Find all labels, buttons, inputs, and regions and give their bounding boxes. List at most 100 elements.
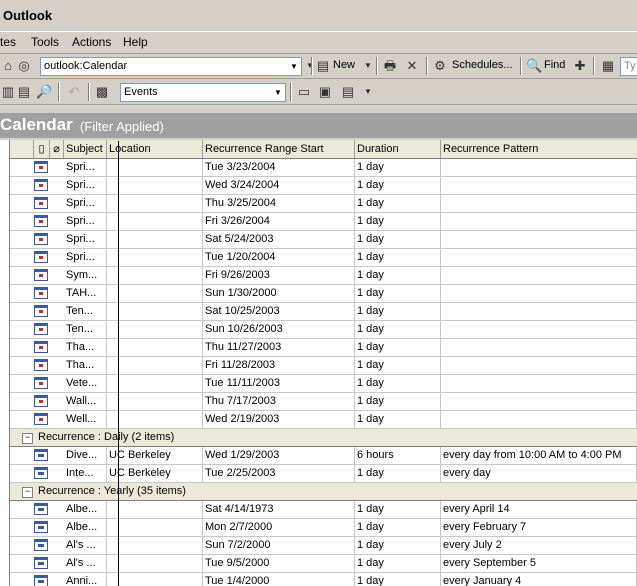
table-row[interactable]: Albe... Sat 4/14/1973 1 day every April 14 — [10, 501, 637, 519]
cell-subject: Albe... — [64, 501, 107, 518]
recurring-appointment-icon — [34, 503, 48, 515]
cell-subject: Vete... — [64, 375, 107, 392]
cell-pattern — [441, 249, 637, 266]
icon-column-header[interactable]: ▯ — [34, 140, 50, 158]
cell-pattern: every February 7 — [441, 519, 637, 536]
menu-actions[interactable]: Actions — [72, 35, 111, 49]
table-row[interactable]: Spri... Fri 3/26/2004 1 day — [10, 213, 637, 231]
collapse-icon[interactable]: − — [22, 487, 33, 498]
column-header-pattern[interactable]: Recurrence Pattern — [441, 140, 637, 158]
cell-pattern: every April 14 — [441, 501, 637, 518]
table-row[interactable]: Dive... UC Berkeley Wed 1/29/2003 6 hours ev… — [10, 447, 637, 465]
collapse-icon[interactable]: − — [22, 433, 33, 444]
menu-tools[interactable]: Tools — [31, 35, 59, 49]
preview-pane-icon[interactable]: ▤ — [16, 84, 32, 100]
table-row[interactable]: Spri... Wed 3/24/2004 1 day — [10, 177, 637, 195]
attachment-column-header[interactable]: ⌀ — [50, 140, 64, 158]
folder-list-icon[interactable]: ▥ — [0, 84, 16, 100]
cell-location — [107, 267, 203, 284]
cell-range-start: Sat 5/24/2003 — [203, 231, 355, 248]
web-search-icon[interactable]: ◎ — [16, 58, 32, 74]
cell-duration: 1 day — [355, 339, 441, 356]
cell-location — [107, 519, 203, 536]
home-icon[interactable]: ⌂ — [0, 58, 16, 74]
field-chooser-icon[interactable]: ▣ — [317, 84, 333, 100]
cell-subject: Sym... — [64, 267, 107, 284]
table-row[interactable]: Al's ... Tue 9/5/2000 1 day every September… — [10, 555, 637, 573]
new-button[interactable]: New — [333, 59, 355, 71]
column-header-duration[interactable]: Duration — [355, 140, 441, 158]
column-resize-cursor — [118, 141, 119, 586]
cell-pattern — [441, 159, 637, 176]
group-header-yearly[interactable]: − Recurrence : Yearly (35 items) — [10, 483, 637, 501]
cell-location — [107, 213, 203, 230]
group-by-box-icon[interactable]: ▭ — [296, 84, 312, 100]
cell-subject: Ten... — [64, 321, 107, 338]
table-row[interactable]: Tha... Thu 11/27/2003 1 day — [10, 339, 637, 357]
cell-duration: 1 day — [355, 411, 441, 428]
cell-range-start: Thu 7/17/2003 — [203, 393, 355, 410]
header-spacer — [10, 140, 34, 158]
separator — [426, 57, 428, 75]
current-view-combo[interactable]: Events ▼ — [120, 83, 286, 102]
cell-pattern — [441, 231, 637, 248]
table-row[interactable]: Well... Wed 2/19/2003 1 day — [10, 411, 637, 429]
schedules-icon[interactable]: ⚙ — [432, 58, 448, 74]
organize-icon[interactable]: ✚ — [572, 58, 588, 74]
cell-duration: 1 day — [355, 159, 441, 176]
separator — [88, 83, 90, 101]
new-item-icon[interactable]: ▤ — [315, 58, 331, 74]
delete-icon[interactable]: ✕ — [404, 58, 420, 74]
cell-range-start: Tue 2/25/2003 — [203, 465, 355, 482]
column-header-subject[interactable]: Subject — [64, 140, 107, 158]
recurring-appointment-icon — [34, 575, 48, 586]
menu-help[interactable]: Help — [123, 35, 148, 49]
cell-pattern — [441, 267, 637, 284]
folder-banner: Calendar (Filter Applied) — [0, 113, 637, 138]
table-row[interactable]: Wall... Thu 7/17/2003 1 day — [10, 393, 637, 411]
address-book-icon[interactable]: ▦ — [600, 58, 616, 74]
group-header-daily[interactable]: − Recurrence : Daily (2 items) — [10, 429, 637, 447]
chevron-down-icon[interactable]: ▼ — [360, 58, 376, 74]
table-row[interactable]: TAH... Sun 1/30/2000 1 day — [10, 285, 637, 303]
cell-location — [107, 285, 203, 302]
cell-subject: Anni... — [64, 573, 107, 586]
auto-preview-icon[interactable]: ▤ — [340, 84, 356, 100]
schedules-button[interactable]: Schedules... — [452, 59, 513, 71]
rules-wizard-icon[interactable]: ▩ — [94, 84, 110, 100]
table-row[interactable]: Tha... Fri 11/28/2003 1 day — [10, 357, 637, 375]
undo-icon[interactable]: ↶ — [66, 84, 82, 100]
column-header-range-start[interactable]: Recurrence Range Start — [203, 140, 355, 158]
table-row[interactable]: Sym... Fri 9/26/2003 1 day — [10, 267, 637, 285]
print-icon[interactable]: 🖶 — [382, 58, 398, 74]
column-header-location[interactable]: Location — [107, 140, 203, 158]
table-row[interactable]: Spri... Sat 5/24/2003 1 day — [10, 231, 637, 249]
find-button[interactable]: Find — [544, 59, 565, 71]
table-row[interactable]: Spri... Tue 3/23/2004 1 day — [10, 159, 637, 177]
table-row[interactable]: Albe... Mon 2/7/2000 1 day every February 7 — [10, 519, 637, 537]
group-label: Recurrence : Daily (2 items) — [38, 431, 175, 443]
address-combo[interactable]: outlook:Calendar ▼ — [40, 57, 302, 76]
cell-range-start: Wed 2/19/2003 — [203, 411, 355, 428]
menu-favorites[interactable]: tes — [0, 35, 16, 49]
table-row[interactable]: Anni... Tue 1/4/2000 1 day every January 4 — [10, 573, 637, 586]
contact-search-input[interactable]: Ty — [620, 57, 637, 76]
navigation-pane-edge[interactable] — [0, 140, 10, 586]
table-row[interactable]: Inte... UC Berkeley Tue 2/25/2003 1 day ever… — [10, 465, 637, 483]
table-row[interactable]: Spri... Thu 3/25/2004 1 day — [10, 195, 637, 213]
table-row[interactable]: Al's ... Sun 7/2/2000 1 day every July 2 — [10, 537, 637, 555]
cell-subject: Tha... — [64, 339, 107, 356]
table-header: ▯ ⌀ Subject Location Recurrence Range St… — [10, 140, 637, 159]
print-preview-icon[interactable]: 🔎 — [36, 84, 52, 100]
cell-location — [107, 393, 203, 410]
folder-title: Calendar — [0, 115, 73, 134]
find-icon[interactable]: 🔍 — [526, 58, 542, 74]
chevron-down-icon[interactable]: ▼ — [287, 58, 301, 75]
table-row[interactable]: Vete... Tue 11/11/2003 1 day — [10, 375, 637, 393]
table-row[interactable]: Ten... Sat 10/25/2003 1 day — [10, 303, 637, 321]
table-row[interactable]: Ten... Sun 10/26/2003 1 day — [10, 321, 637, 339]
recurring-appointment-icon — [34, 557, 48, 569]
chevron-down-icon[interactable]: ▼ — [271, 84, 285, 101]
chevron-down-icon[interactable]: ▼ — [360, 84, 376, 100]
table-row[interactable]: Spri... Tue 1/20/2004 1 day — [10, 249, 637, 267]
